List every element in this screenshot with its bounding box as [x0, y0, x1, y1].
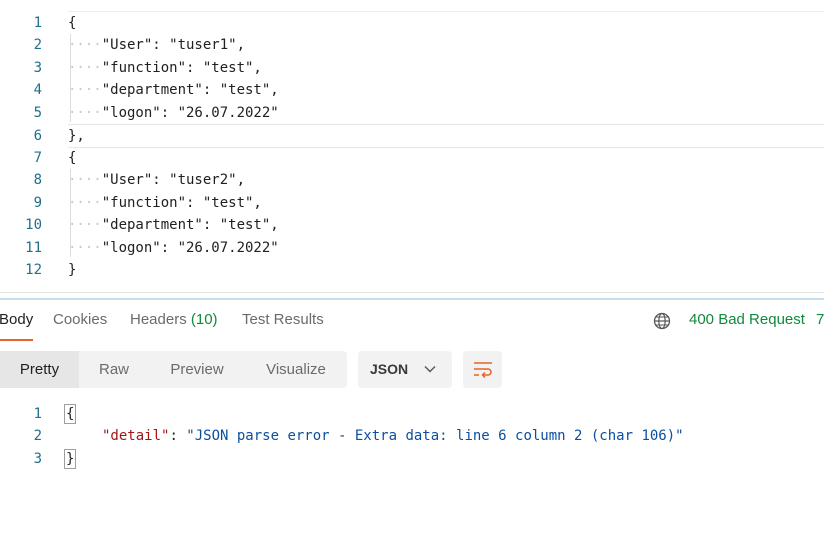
chevron-down-icon: [424, 366, 436, 373]
code-text: }: [64, 448, 77, 470]
tab-headers-label: Headers: [130, 311, 187, 328]
code-line[interactable]: 1 {: [0, 12, 824, 34]
tab-body[interactable]: Body: [0, 306, 34, 341]
code-line[interactable]: 12 }: [0, 259, 824, 281]
line-number: 8: [33, 172, 42, 188]
code-text: ····"department": "test",: [68, 82, 279, 98]
language-label: JSON: [370, 361, 409, 377]
request-body-editor[interactable]: 1 { 2 ····"User": "tuser1", 3 ····"funct…: [0, 0, 824, 292]
code-text: ····"logon": "26.07.2022": [68, 240, 279, 256]
response-time: 7: [816, 311, 824, 328]
code-text: ····"function": "test",: [68, 195, 262, 211]
code-text: }: [68, 262, 77, 278]
line-number: 5: [33, 105, 42, 121]
language-select[interactable]: JSON: [358, 351, 452, 388]
json-value: "JSON parse error - Extra data: line 6 c…: [186, 428, 684, 444]
globe-icon[interactable]: [653, 312, 671, 330]
pane-resize-handle[interactable]: [0, 298, 824, 300]
line-number: 4: [33, 82, 42, 98]
code-text: },: [68, 128, 85, 144]
matched-brace: {: [64, 404, 77, 424]
line-number: 3: [33, 60, 42, 76]
code-text: {: [64, 403, 77, 425]
code-line[interactable]: 5 ····"logon": "26.07.2022": [0, 102, 824, 124]
wrap-lines-icon: [474, 362, 492, 378]
line-number: 7: [33, 150, 42, 166]
line-number: 6: [33, 128, 42, 144]
code-line[interactable]: 2 ····"User": "tuser1",: [0, 34, 824, 56]
tab-headers[interactable]: Headers (10): [130, 306, 218, 334]
code-line[interactable]: 10 ····"department": "test",: [0, 214, 824, 236]
code-text: ····"function": "test",: [68, 60, 262, 76]
headers-count: (10): [190, 311, 218, 328]
line-number: 2: [33, 428, 42, 444]
tab-test-results[interactable]: Test Results: [242, 306, 324, 334]
code-line[interactable]: 4 ····"department": "test",: [0, 79, 824, 101]
code-line[interactable]: 9 ····"function": "test",: [0, 192, 824, 214]
code-line-highlighted[interactable]: 6 },: [0, 124, 824, 148]
line-number: 11: [25, 240, 42, 256]
code-text: ····"User": "tuser1",: [68, 37, 246, 53]
code-line[interactable]: 8 ····"User": "tuser2",: [0, 169, 824, 191]
line-number: 10: [25, 217, 42, 233]
status-code[interactable]: 400 Bad Request: [689, 306, 805, 334]
code-text: ····"department": "test",: [68, 217, 279, 233]
line-number: 1: [33, 15, 42, 31]
editor-bottom-divider: [0, 292, 824, 293]
code-line[interactable]: 3 ····"function": "test",: [0, 57, 824, 79]
code-text: {: [68, 150, 77, 166]
format-pretty[interactable]: Pretty: [0, 351, 79, 388]
matched-brace: }: [64, 449, 77, 469]
format-toggle: Pretty Raw Preview Visualize: [0, 351, 347, 388]
line-number: 1: [33, 406, 42, 422]
code-text: ····"logon": "26.07.2022": [68, 105, 279, 121]
line-number: 12: [25, 262, 42, 278]
code-text: "detail": "JSON parse error - Extra data…: [102, 428, 684, 444]
code-text: {: [68, 15, 77, 31]
code-line[interactable]: 7 {: [0, 147, 824, 169]
format-visualize[interactable]: Visualize: [245, 351, 347, 388]
format-raw[interactable]: Raw: [79, 351, 149, 388]
code-text: ····"User": "tuser2",: [68, 172, 246, 188]
line-number: 3: [33, 451, 42, 467]
format-preview[interactable]: Preview: [149, 351, 245, 388]
json-key: "detail": [102, 428, 170, 444]
line-number: 2: [33, 37, 42, 53]
code-line[interactable]: 11 ····"logon": "26.07.2022": [0, 237, 824, 259]
line-number: 9: [33, 195, 42, 211]
tab-cookies[interactable]: Cookies: [53, 306, 107, 334]
wrap-lines-button[interactable]: [463, 351, 502, 388]
